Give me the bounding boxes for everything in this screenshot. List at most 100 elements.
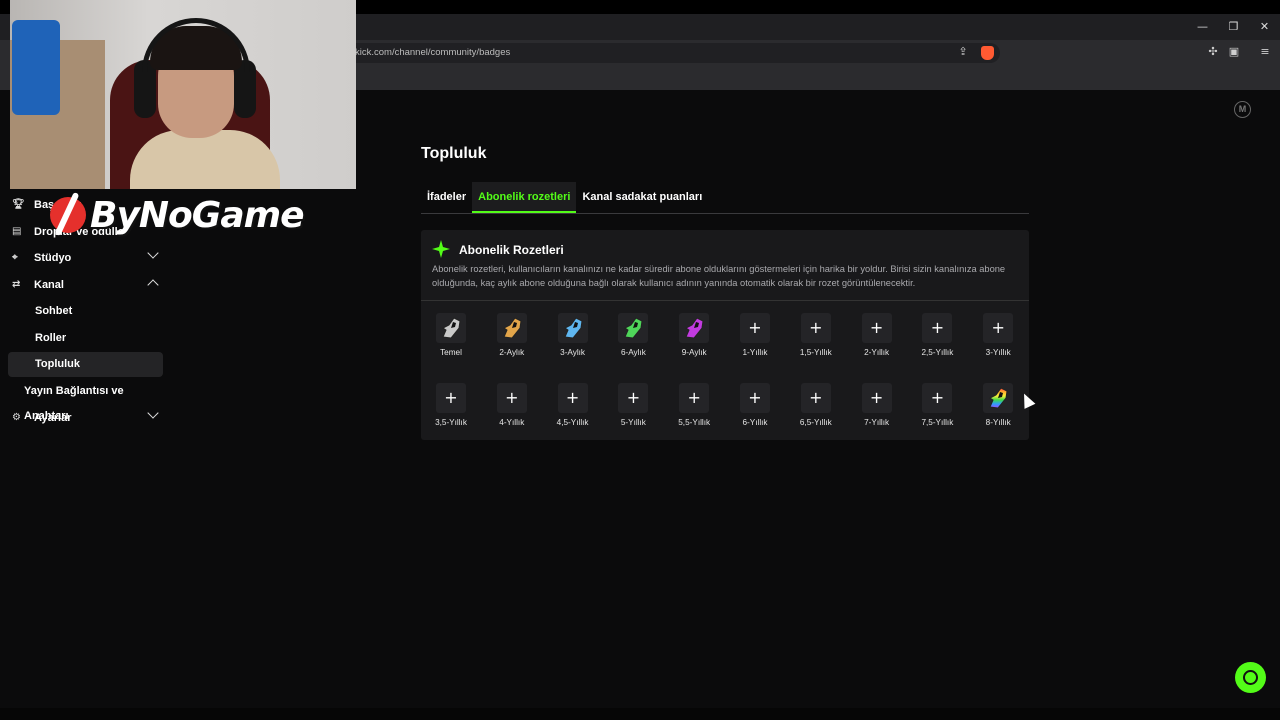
sidebar-item-label: Stüdyo [34, 251, 72, 264]
wallet-icon[interactable]: ▣ [1228, 46, 1240, 58]
badge-image[interactable] [679, 313, 710, 343]
studio-icon: ⌖ [12, 252, 18, 263]
badge-label: 1,5-Yıllık [799, 348, 832, 357]
add-badge-button[interactable]: + [922, 313, 953, 343]
badge-label: 5,5-Yıllık [678, 417, 711, 427]
chevron-down-icon [147, 247, 159, 259]
badge-slot[interactable]: +3-Yıllık [978, 313, 1018, 363]
badge-slot[interactable]: +7-Yıllık [857, 382, 897, 433]
badge-slot[interactable]: +5,5-Yıllık [674, 382, 714, 433]
plus-icon: + [869, 387, 884, 407]
badge-slot[interactable]: +2,5-Yıllık [917, 313, 957, 363]
add-badge-button[interactable]: + [436, 382, 466, 413]
badge-slot[interactable]: +6-Yıllık [735, 382, 775, 433]
card-description: Abonelik rozetleri, kullanıcıların kanal… [432, 264, 1006, 288]
plus-icon: + [687, 387, 701, 407]
plus-icon: + [565, 387, 580, 407]
add-badge-button[interactable]: + [740, 313, 770, 343]
badge-slot[interactable]: +2-Yıllık [857, 313, 897, 363]
badge-slot[interactable]: +1,5-Yıllık [796, 313, 836, 363]
badge-slot[interactable]: 6-Aylık [613, 313, 653, 363]
badge-image[interactable] [557, 313, 588, 343]
badge-label: 7-Yıllık [864, 417, 890, 427]
badge-label: 4,5-Yıllık [556, 417, 589, 427]
add-badge-button[interactable]: + [800, 313, 831, 343]
add-badge-button[interactable]: + [740, 382, 770, 413]
help-chat-button[interactable] [1235, 662, 1266, 693]
user-avatar[interactable]: M [1234, 101, 1251, 118]
tab-loyalty-points[interactable]: Kanal sadakat puanları [576, 182, 708, 213]
streamer-logo: ByNoGame [50, 190, 305, 240]
badge-slot[interactable]: +1-Yıllık [735, 313, 775, 363]
add-badge-button[interactable]: + [800, 382, 831, 413]
badge-image[interactable] [618, 313, 649, 343]
badge-image[interactable] [496, 313, 527, 343]
address-bar-url[interactable]: kick.com/channel/community/badges [355, 47, 510, 58]
page-title: Topluluk [421, 145, 487, 162]
window-controls: — ❐ ✕ [1187, 14, 1280, 40]
badge-slot[interactable]: +5-Yıllık [613, 382, 653, 433]
add-badge-button[interactable]: + [861, 313, 892, 343]
plus-icon: + [869, 318, 884, 337]
sidebar-item-label: Ayarlar [34, 411, 72, 424]
plus-icon: + [930, 318, 945, 337]
sidebar-item-roles[interactable]: Roller [8, 326, 163, 351]
badge-emblem-icon [624, 317, 643, 339]
plus-icon: + [809, 318, 823, 337]
add-badge-button[interactable]: + [679, 382, 710, 413]
badge-slot[interactable]: Temel [431, 313, 471, 363]
badge-emblem-icon [442, 317, 461, 339]
plus-icon: + [930, 387, 945, 407]
page-bottom-strip [0, 708, 1280, 720]
maximize-button[interactable]: ❐ [1218, 14, 1249, 40]
badge-slot[interactable]: +3,5-Yıllık [431, 382, 471, 433]
sidebar-item-community[interactable]: Topluluk [8, 352, 163, 377]
sidebar-item-channel[interactable]: ⇄ Kanal [8, 272, 163, 297]
sidebar-item-stream-key[interactable]: Yayın Bağlantısı ve Anahtarı [8, 379, 163, 422]
chevron-up-icon [147, 279, 159, 291]
badge-slot[interactable]: +4,5-Yıllık [553, 382, 593, 433]
sidebar-item-settings[interactable]: ⚙ Ayarlar [8, 405, 163, 430]
add-badge-button[interactable]: + [983, 313, 1014, 343]
badge-emblem-icon [989, 386, 1008, 409]
badge-slot[interactable]: +4-Yıllık [492, 382, 532, 433]
tab-subscription-badges[interactable]: Abonelik rozetleri [472, 182, 577, 213]
add-badge-button[interactable]: + [557, 382, 588, 413]
trophy-icon: 🏆︎ [12, 199, 25, 210]
badge-slot[interactable]: 3-Aylık [553, 313, 593, 363]
badge-label: 6-Aylık [620, 348, 646, 357]
badge-slot[interactable]: +6,5-Yıllık [796, 382, 836, 433]
brave-shield-icon[interactable] [981, 46, 994, 60]
sparkle-icon [432, 240, 450, 258]
plus-icon: + [991, 318, 1005, 337]
add-badge-button[interactable]: + [861, 382, 892, 413]
badge-image[interactable] [436, 313, 466, 343]
badge-emblem-icon [563, 317, 583, 339]
badge-emblem-icon [502, 317, 522, 339]
share-icon[interactable]: ⇪ [957, 46, 969, 58]
sidebar-item-studio[interactable]: ⌖ Stüdyo [8, 245, 163, 270]
badge-label: 6-Yıllık [742, 417, 768, 427]
add-badge-button[interactable]: + [922, 382, 953, 413]
add-badge-button[interactable]: + [618, 382, 649, 413]
badge-slot[interactable]: 2-Aylık [492, 313, 532, 363]
plus-icon: + [444, 387, 458, 407]
plus-icon: + [626, 387, 641, 407]
badge-label: 9-Aylık [681, 348, 707, 357]
sidebar-item-label: Kanal [34, 278, 64, 291]
close-window-button[interactable]: ✕ [1249, 14, 1280, 40]
badge-slot[interactable]: 8-Yıllık [978, 382, 1018, 433]
tab-emotes[interactable]: İfadeler [421, 182, 472, 213]
logo-text: ByNoGame [90, 194, 305, 236]
extensions-icon[interactable]: ✣ [1207, 46, 1219, 58]
menu-icon[interactable]: ≡ [1259, 46, 1271, 58]
badge-slot[interactable]: +7,5-Yıllık [917, 382, 957, 433]
add-badge-button[interactable]: + [496, 382, 527, 413]
minimize-button[interactable]: — [1187, 14, 1218, 40]
channel-icon: ⇄ [12, 279, 21, 290]
card-title: Abonelik Rozetleri [459, 243, 564, 257]
sidebar-item-chat[interactable]: Sohbet [8, 299, 163, 324]
badge-slot[interactable]: 9-Aylık [674, 313, 714, 363]
badge-label: 3-Yıllık [985, 348, 1011, 357]
badge-image[interactable] [983, 382, 1014, 413]
